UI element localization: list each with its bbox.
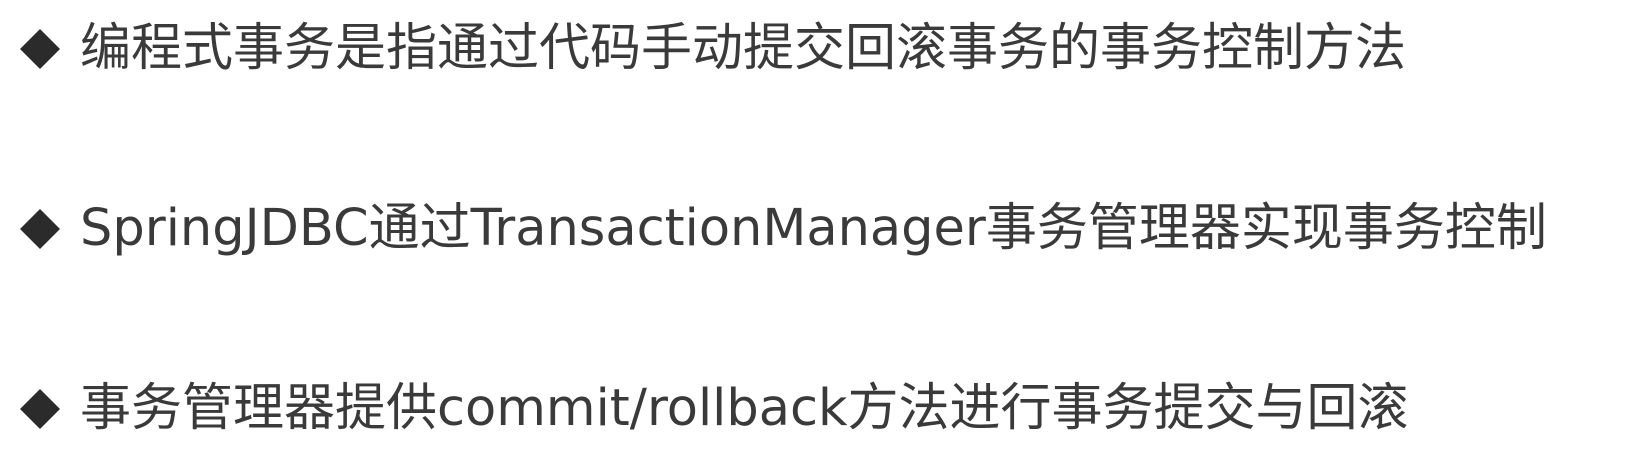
bullet-text: 编程式事务是指通过代码手动提交回滚事务的事务控制方法 xyxy=(80,19,1407,78)
bullet-text: 事务管理器提供commit/rollback方法进行事务提交与回滚 xyxy=(80,379,1409,438)
bullet-list: 编程式事务是指通过代码手动提交回滚事务的事务控制方法 SpringJDBC通过T… xyxy=(0,0,1630,466)
diamond-bullet-icon xyxy=(18,207,62,251)
bullet-item: 事务管理器提供commit/rollback方法进行事务提交与回滚 xyxy=(18,379,1409,439)
bullet-text: SpringJDBC通过TransactionManager事务管理器实现事务控… xyxy=(80,199,1547,258)
diamond-bullet-icon xyxy=(18,27,62,71)
bullet-item: SpringJDBC通过TransactionManager事务管理器实现事务控… xyxy=(18,199,1547,259)
bullet-item: 编程式事务是指通过代码手动提交回滚事务的事务控制方法 xyxy=(18,19,1406,79)
diamond-bullet-icon xyxy=(18,387,62,431)
